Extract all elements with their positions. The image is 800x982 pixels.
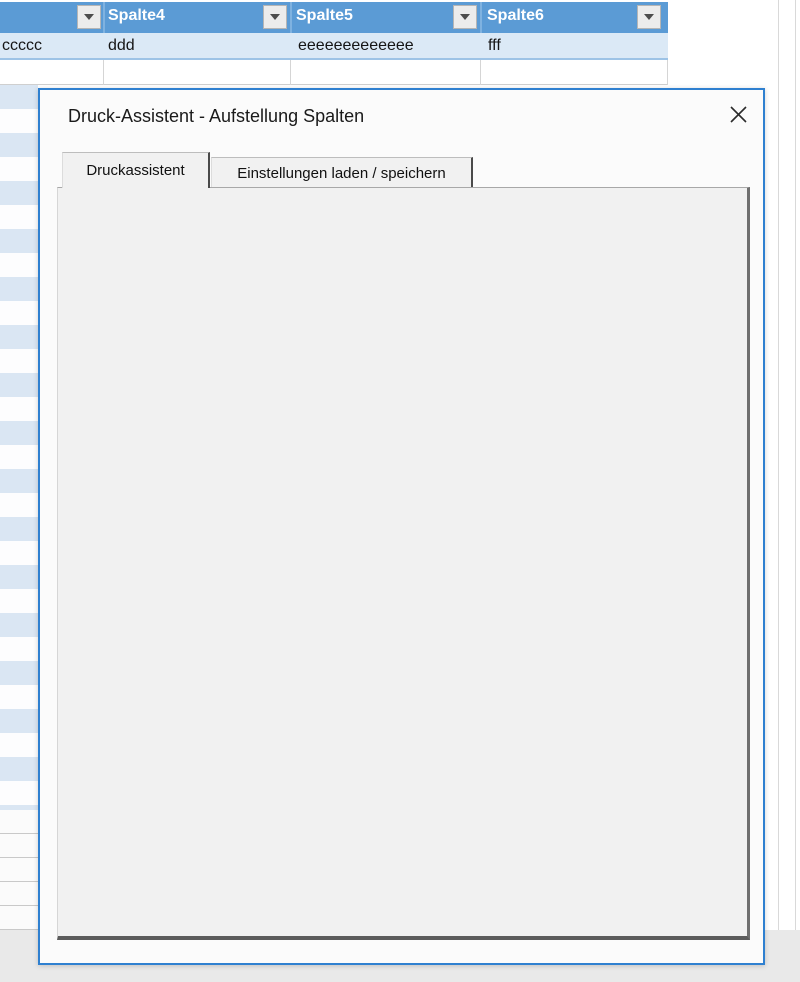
tab-page [57, 187, 750, 940]
caret-down-icon [270, 14, 280, 20]
cell-gridline [667, 60, 668, 85]
filter-dropdown-icon[interactable] [77, 5, 101, 29]
cell-gridline [290, 60, 291, 85]
header-separator [290, 2, 292, 33]
table-cell: ccccc [2, 37, 42, 55]
filter-dropdown-icon[interactable] [453, 5, 477, 29]
tab-druckassistent[interactable]: Druckassistent [62, 152, 210, 188]
column-header: Spalte5 [296, 7, 353, 25]
table-banded-rows [0, 85, 38, 810]
table-header-row: Spalte4 Spalte5 Spalte6 [0, 2, 668, 33]
cell-gridline [480, 60, 481, 85]
sheet-gridline [778, 0, 779, 937]
header-separator [480, 2, 482, 33]
table-empty-row[interactable] [0, 60, 668, 85]
caret-down-icon [644, 14, 654, 20]
column-header: Spalte6 [487, 7, 544, 25]
close-icon[interactable] [724, 100, 752, 128]
sheet-gridline [795, 0, 796, 937]
table-cell: fff [488, 37, 501, 55]
column-header: Spalte4 [108, 7, 165, 25]
filter-dropdown-icon[interactable] [263, 5, 287, 29]
print-assistant-dialog: Druck-Assistent - Aufstellung Spalten Dr… [38, 88, 765, 965]
cell-gridline [103, 60, 104, 85]
filter-dropdown-icon[interactable] [637, 5, 661, 29]
caret-down-icon [84, 14, 94, 20]
tab-einstellungen[interactable]: Einstellungen laden / speichern [211, 157, 473, 188]
caret-down-icon [460, 14, 470, 20]
table-cell: eeeeeeeeeeeee [298, 37, 414, 55]
table-cell: ddd [108, 37, 135, 55]
table-data-row[interactable]: ccccc ddd eeeeeeeeeeeee fff [0, 33, 668, 60]
header-separator [103, 2, 105, 33]
sheet-grid-rows [0, 810, 38, 930]
dialog-title: Druck-Assistent - Aufstellung Spalten [68, 106, 364, 127]
